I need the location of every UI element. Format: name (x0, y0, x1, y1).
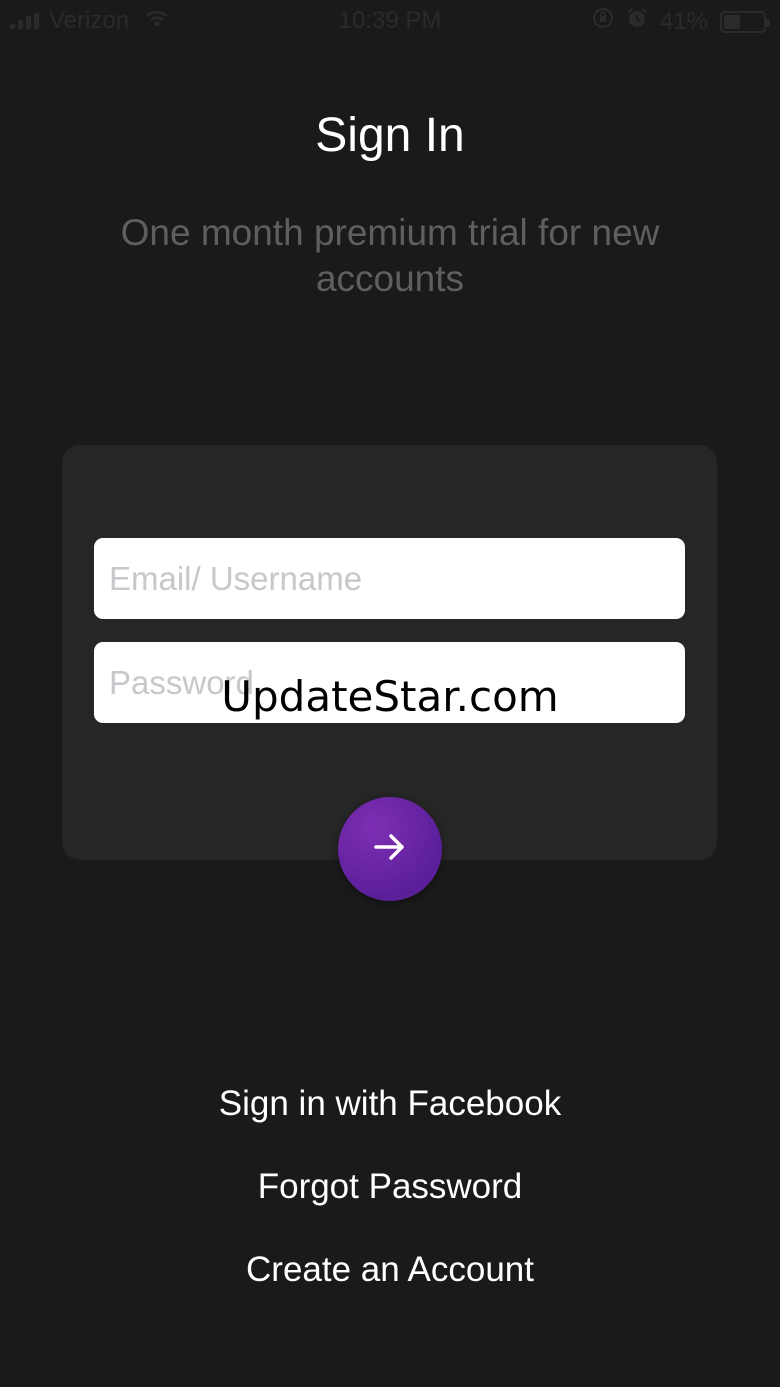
battery-icon (720, 10, 770, 33)
status-right: 41% (592, 7, 770, 36)
create-account-link[interactable]: Create an Account (0, 1250, 780, 1290)
arrow-right-icon (368, 825, 412, 874)
alarm-icon (626, 7, 648, 36)
status-bar: Verizon 10:39 PM 41% (0, 0, 780, 44)
forgot-password-link[interactable]: Forgot Password (0, 1167, 780, 1207)
page-subtitle: One month premium trial for new accounts (120, 212, 660, 299)
battery-fill (724, 14, 740, 29)
email-field[interactable] (94, 538, 685, 619)
sign-in-screen: Verizon 10:39 PM 41% Sign In One month p… (0, 0, 780, 1387)
facebook-sign-in-link[interactable]: Sign in with Facebook (0, 1084, 780, 1124)
page-title: Sign In (315, 109, 465, 162)
orientation-lock-icon (592, 7, 614, 36)
submit-button[interactable] (338, 797, 442, 901)
password-field[interactable] (94, 642, 685, 723)
battery-percent: 41% (659, 7, 708, 35)
